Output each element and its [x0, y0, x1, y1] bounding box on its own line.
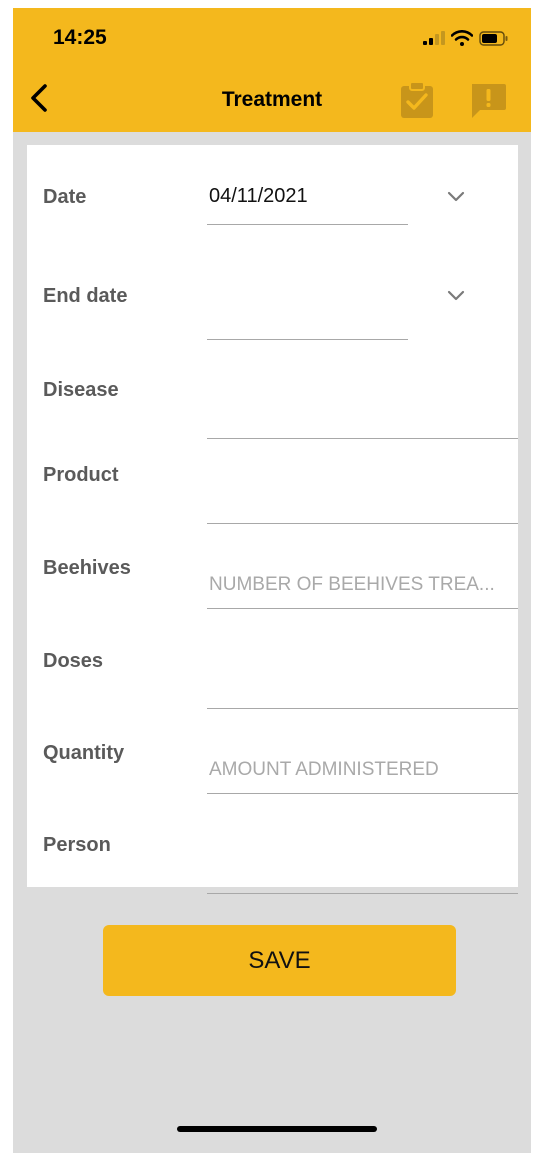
treatment-form: Date 04/11/2021 End date Disease Product… [27, 145, 520, 894]
checklist-button[interactable] [397, 80, 437, 120]
disease-field[interactable] [207, 395, 520, 439]
product-field[interactable] [207, 480, 520, 524]
app-screen: 14:25 Treatment Date 04/11/2021 End date… [13, 8, 531, 1153]
date-label: Date [43, 186, 87, 208]
quantity-label: Quantity [43, 742, 125, 764]
signal-icon [423, 31, 445, 50]
status-bar: 14:25 [13, 8, 531, 64]
wifi-icon [450, 30, 474, 51]
clipboard-check-icon [401, 81, 433, 118]
date-value: 04/11/2021 [209, 185, 308, 207]
doses-field[interactable] [207, 665, 520, 709]
report-issue-button[interactable] [468, 80, 508, 120]
person-field[interactable] [207, 850, 520, 894]
beehives-input[interactable] [207, 565, 520, 605]
person-label: Person [43, 834, 111, 856]
home-indicator [177, 1126, 377, 1132]
beehives-field[interactable] [207, 565, 520, 609]
product-input[interactable] [207, 480, 520, 520]
quantity-input[interactable] [207, 750, 520, 790]
chevron-down-icon[interactable] [444, 287, 468, 305]
date-field[interactable]: 04/11/2021 [207, 181, 408, 225]
doses-input[interactable] [207, 665, 520, 705]
quantity-field[interactable] [207, 750, 520, 794]
battery-icon [479, 30, 509, 51]
chevron-down-icon[interactable] [444, 188, 468, 206]
disease-input[interactable] [207, 395, 520, 435]
status-icons [423, 30, 509, 51]
end-date-label: End date [43, 285, 128, 307]
disease-label: Disease [43, 379, 119, 401]
end-date-field[interactable] [207, 296, 408, 340]
save-button[interactable]: SAVE [103, 925, 456, 996]
person-input[interactable] [207, 850, 520, 890]
status-time: 14:25 [53, 26, 107, 49]
product-label: Product [43, 464, 119, 486]
doses-label: Doses [43, 650, 104, 672]
beehives-label: Beehives [43, 557, 131, 579]
alert-message-icon [472, 84, 506, 118]
page-title: Treatment [221, 88, 323, 111]
nav-bar: Treatment [13, 64, 531, 132]
